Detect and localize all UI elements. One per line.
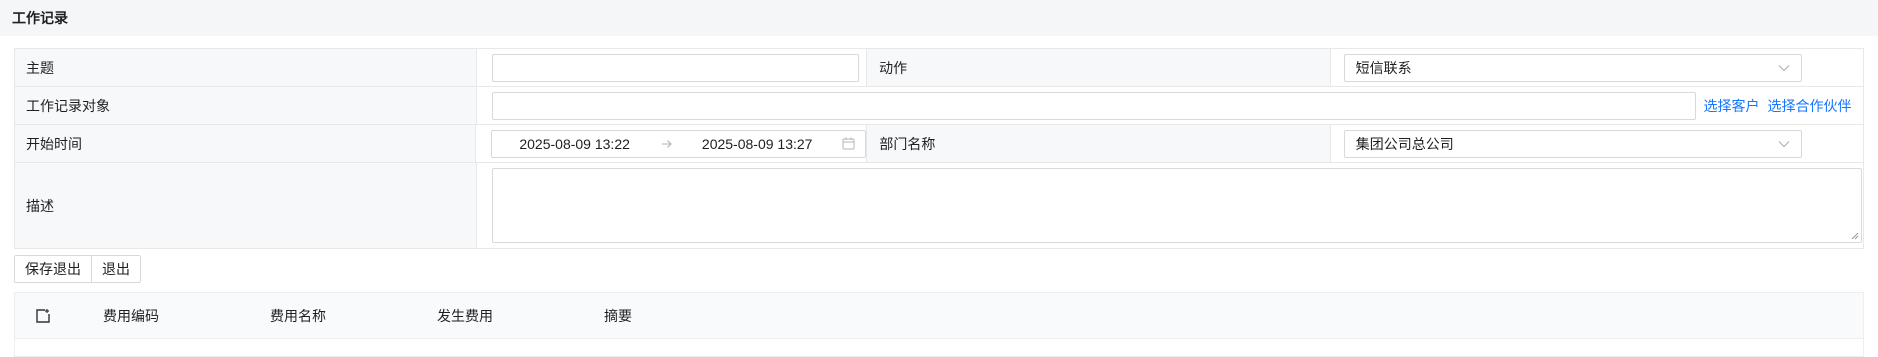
date-range-picker[interactable]: 2025-08-09 13:22 2025-08-09 13:27: [491, 129, 867, 158]
description-label: 描述: [15, 163, 477, 248]
start-time-label: 开始时间: [15, 125, 477, 162]
chevron-down-icon: [1777, 137, 1791, 151]
select-customer-link[interactable]: 选择客户: [1704, 96, 1760, 116]
action-label: 动作: [866, 49, 1331, 86]
description-cell: [477, 163, 1864, 248]
start-time-from[interactable]: 2025-08-09 13:22: [519, 136, 630, 152]
target-input[interactable]: [491, 91, 1696, 120]
fee-table-header: 费用编码 费用名称 发生费用 摘要: [15, 293, 1863, 339]
description-textarea[interactable]: [491, 168, 1862, 243]
subject-cell: [477, 49, 867, 86]
page-title: 工作记录: [12, 10, 68, 26]
department-select[interactable]: 集团公司总公司: [1343, 129, 1802, 158]
form-row-description: 描述: [15, 163, 1863, 248]
col-fee-name: 费用名称: [270, 307, 326, 324]
chevron-down-icon: [1777, 61, 1791, 75]
calendar-icon: [842, 137, 855, 150]
save-exit-button[interactable]: 保存退出: [14, 255, 92, 283]
action-select-value: 短信联系: [1355, 59, 1412, 76]
select-partner-link[interactable]: 选择合作伙伴: [1768, 96, 1852, 116]
action-select[interactable]: 短信联系: [1343, 53, 1802, 82]
form-row-target: 工作记录对象 选择客户 选择合作伙伴: [15, 87, 1863, 125]
exit-button[interactable]: 退出: [92, 255, 141, 283]
target-label: 工作记录对象: [15, 87, 477, 124]
action-cell: 短信联系: [1331, 49, 1863, 86]
start-time-to[interactable]: 2025-08-09 13:27: [702, 136, 813, 152]
fee-table: 费用编码 费用名称 发生费用 摘要: [14, 292, 1864, 357]
target-cell: 选择客户 选择合作伙伴: [477, 87, 1864, 124]
arrow-right-icon: [661, 139, 673, 149]
work-record-form: 主题 动作 短信联系 工作记录对象 选择客户 选择合作伙伴 开始时间 2025-…: [14, 48, 1864, 249]
add-row-icon[interactable]: [35, 308, 51, 324]
col-summary: 摘要: [604, 307, 632, 324]
department-cell: 集团公司总公司: [1331, 125, 1863, 162]
department-select-value: 集团公司总公司: [1355, 135, 1454, 152]
department-label: 部门名称: [866, 125, 1331, 162]
add-row-cell: [15, 308, 103, 324]
start-time-cell: 2025-08-09 13:22 2025-08-09 13:27: [476, 125, 867, 162]
form-row-subject: 主题 动作 短信联系: [15, 49, 1863, 87]
page-header: 工作记录: [0, 0, 1878, 36]
col-fee-amount: 发生费用: [437, 307, 493, 324]
action-button-group: 保存退出 退出: [14, 255, 141, 283]
subject-input[interactable]: [491, 53, 859, 82]
subject-label: 主题: [15, 49, 477, 86]
form-row-start-time: 开始时间 2025-08-09 13:22 2025-08-09 13:27 部…: [15, 125, 1863, 163]
col-fee-code: 费用编码: [103, 307, 159, 324]
resize-handle-icon[interactable]: [1851, 232, 1859, 240]
